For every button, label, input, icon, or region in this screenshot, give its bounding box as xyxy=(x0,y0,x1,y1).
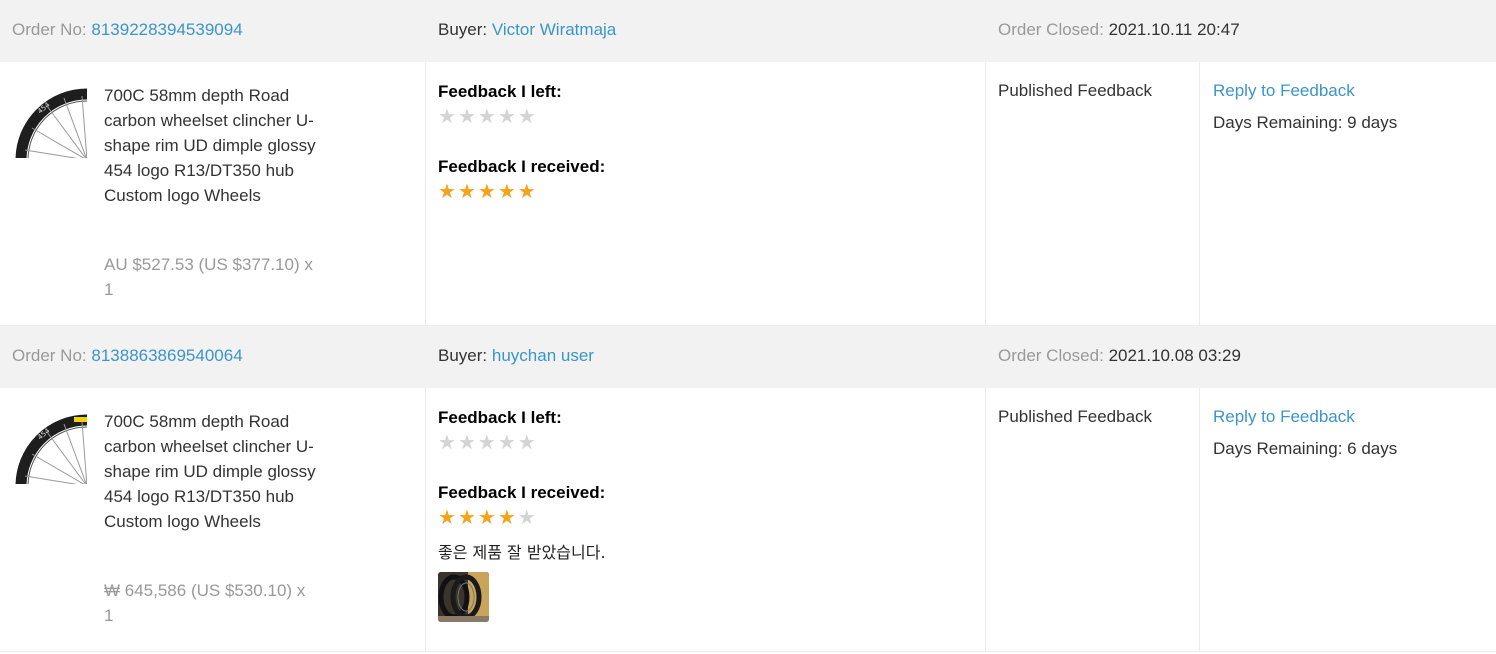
star-empty-icon: ★ xyxy=(457,106,476,128)
star-empty-icon: ★ xyxy=(438,432,456,454)
order-block: Order No: 8138863869540064 Buyer: huycha… xyxy=(0,326,1496,652)
star-empty-icon: ★ xyxy=(497,106,516,128)
feedback-received-rating: ★ ★ ★ ★ ★ xyxy=(438,182,536,202)
buyer-label: Buyer: xyxy=(438,346,488,365)
wheels-photo-icon xyxy=(438,572,489,622)
order-closed-date: 2021.10.11 20:47 xyxy=(1108,20,1240,39)
star-empty-icon: ★ xyxy=(517,432,536,454)
order-closed: Order Closed: 2021.10.11 20:47 xyxy=(998,20,1240,40)
feedback-received-label: Feedback I received: xyxy=(438,483,606,502)
buyer-link[interactable]: Victor Wiratmaja xyxy=(492,20,616,39)
star-filled-icon: ★ xyxy=(497,181,516,203)
product-price: ₩ 645,586 (US $530.10) x 1 xyxy=(104,581,306,625)
order-number: Order No: 8138863869540064 xyxy=(12,346,243,366)
order-row: 454 700C 58mm depth Road carbon wheelset… xyxy=(0,62,1496,326)
reply-to-feedback-link[interactable]: Reply to Feedback xyxy=(1213,407,1355,427)
star-filled-icon: ★ xyxy=(438,507,456,529)
order-no-link[interactable]: 8139228394539094 xyxy=(91,20,242,39)
feedback-photo[interactable] xyxy=(438,572,489,622)
buyer-link[interactable]: huychan user xyxy=(492,346,594,365)
order-no-link[interactable]: 8138863869540064 xyxy=(91,346,242,365)
buyer: Buyer: Victor Wiratmaja xyxy=(438,20,616,40)
star-filled-icon: ★ xyxy=(497,507,516,529)
buyer: Buyer: huychan user xyxy=(438,346,594,366)
product-price: AU $527.53 (US $377.10) x 1 xyxy=(104,255,313,299)
star-filled-icon: ★ xyxy=(517,181,536,203)
order-block: Order No: 8139228394539094 Buyer: Victor… xyxy=(0,0,1496,326)
product-title[interactable]: 700C 58mm depth Road carbon wheelset cli… xyxy=(104,83,319,208)
feedback-left-label: Feedback I left: xyxy=(438,82,562,101)
feedback-status: Published Feedback xyxy=(998,407,1153,426)
order-closed: Order Closed: 2021.10.08 03:29 xyxy=(998,346,1241,366)
star-filled-icon: ★ xyxy=(477,507,496,529)
feedback-left-label: Feedback I left: xyxy=(438,408,562,427)
order-closed-label: Order Closed: xyxy=(998,346,1104,365)
order-closed-date: 2021.10.08 03:29 xyxy=(1108,346,1241,365)
star-empty-icon: ★ xyxy=(477,106,496,128)
star-empty-icon: ★ xyxy=(517,106,536,128)
carbon-wheel-thumbnail-icon: 454 xyxy=(12,414,87,484)
reply-to-feedback-link[interactable]: Reply to Feedback xyxy=(1213,81,1355,101)
star-empty-icon: ★ xyxy=(477,432,496,454)
order-no-label: Order No: xyxy=(12,346,87,365)
carbon-wheel-thumbnail-icon: 454 xyxy=(12,88,87,158)
order-row: 454 700C 58mm depth Road carbon wheelset… xyxy=(0,388,1496,652)
feedback-left-rating: ★ ★ ★ ★ ★ xyxy=(438,107,536,127)
star-empty-icon: ★ xyxy=(497,432,516,454)
feedback-comment: 좋은 제품 잘 받았습니다. xyxy=(438,543,606,562)
star-filled-icon: ★ xyxy=(457,507,476,529)
star-empty-icon: ★ xyxy=(517,507,536,529)
product-image[interactable]: 454 xyxy=(12,88,87,158)
order-number: Order No: 8139228394539094 xyxy=(12,20,243,40)
order-closed-label: Order Closed: xyxy=(998,20,1104,39)
feedback-received-rating: ★ ★ ★ ★ ★ xyxy=(438,508,536,528)
star-empty-icon: ★ xyxy=(438,106,456,128)
star-filled-icon: ★ xyxy=(457,181,476,203)
days-remaining: Days Remaining: 6 days xyxy=(1213,439,1398,458)
order-header: Order No: 8138863869540064 Buyer: huycha… xyxy=(0,326,1496,388)
product-title[interactable]: 700C 58mm depth Road carbon wheelset cli… xyxy=(104,409,319,534)
star-filled-icon: ★ xyxy=(477,181,496,203)
product-image[interactable]: 454 xyxy=(12,414,87,484)
order-no-label: Order No: xyxy=(12,20,87,39)
days-remaining: Days Remaining: 9 days xyxy=(1213,113,1398,132)
star-empty-icon: ★ xyxy=(457,432,476,454)
feedback-left-rating: ★ ★ ★ ★ ★ xyxy=(438,433,536,453)
buyer-label: Buyer: xyxy=(438,20,488,39)
feedback-status: Published Feedback xyxy=(998,81,1153,100)
feedback-received-label: Feedback I received: xyxy=(438,157,606,176)
order-header: Order No: 8139228394539094 Buyer: Victor… xyxy=(0,0,1496,62)
star-filled-icon: ★ xyxy=(438,181,456,203)
